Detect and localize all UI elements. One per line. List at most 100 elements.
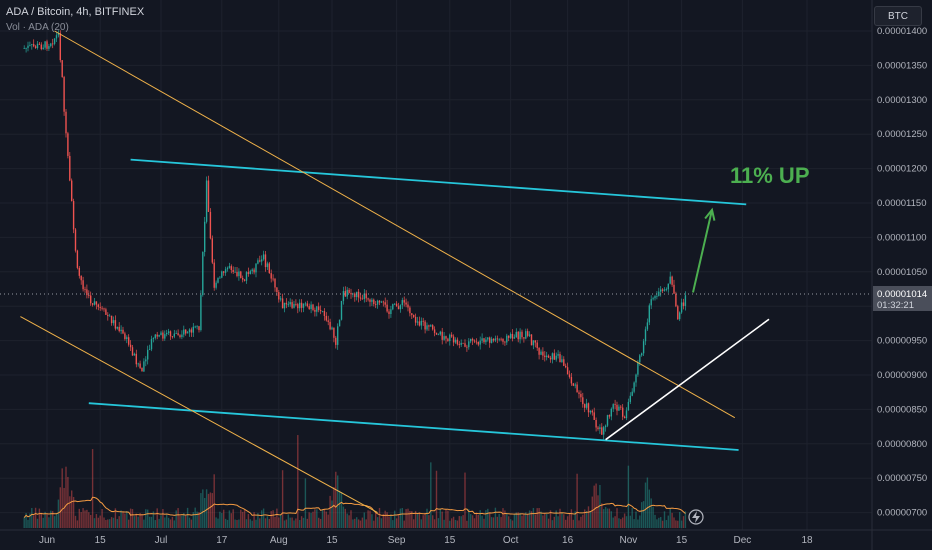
volume-bar bbox=[477, 515, 479, 528]
candle-body bbox=[67, 133, 69, 156]
volume-bar bbox=[367, 510, 369, 528]
volume-bar bbox=[321, 509, 324, 528]
time-tick-label: Dec bbox=[734, 535, 752, 546]
volume-bar bbox=[394, 510, 396, 528]
volume-bar bbox=[124, 513, 126, 528]
volume-bar bbox=[266, 516, 269, 528]
volume-bar bbox=[238, 519, 240, 528]
volume-bar bbox=[299, 520, 301, 528]
candle-body bbox=[213, 262, 215, 288]
volume-bar bbox=[293, 520, 295, 528]
volume-bar bbox=[452, 516, 455, 528]
volume-bar bbox=[413, 519, 415, 528]
volume-bar bbox=[97, 517, 99, 528]
candle-body bbox=[528, 334, 531, 336]
candle-body bbox=[61, 60, 63, 78]
candle-body bbox=[342, 291, 345, 301]
candle-body bbox=[207, 180, 210, 212]
candle-body bbox=[544, 355, 546, 358]
candle-body bbox=[266, 263, 269, 268]
candle-body bbox=[318, 306, 320, 310]
candle-body bbox=[357, 291, 360, 298]
candle-body bbox=[633, 382, 635, 392]
volume-bar bbox=[650, 498, 652, 528]
volume-bar bbox=[566, 516, 569, 528]
volume-bar bbox=[623, 513, 626, 528]
volume-bar bbox=[356, 517, 358, 528]
volume-bar bbox=[150, 516, 153, 528]
candle-body bbox=[407, 304, 409, 308]
volume-bar bbox=[91, 449, 94, 528]
volume-bar bbox=[185, 515, 187, 528]
candle-body bbox=[413, 315, 415, 317]
volume-bar bbox=[601, 503, 603, 528]
candle-body bbox=[399, 305, 402, 310]
volume-bar bbox=[642, 501, 645, 528]
candle-body bbox=[473, 340, 476, 342]
candle-body bbox=[494, 338, 497, 341]
volume-bar bbox=[498, 513, 500, 528]
volume-bar bbox=[563, 514, 565, 528]
candle-body bbox=[329, 321, 331, 330]
volume-bar bbox=[179, 515, 181, 528]
volume-bar bbox=[502, 508, 504, 528]
time-tick-label: 15 bbox=[326, 535, 338, 546]
chart-canvas[interactable]: 0.00001400 0.00001350 0.00001300 0.00001250… bbox=[0, 0, 932, 550]
candle-body bbox=[116, 326, 118, 329]
volume-bar bbox=[156, 508, 158, 528]
volume-bar bbox=[122, 511, 124, 528]
time-tick-label: Jul bbox=[155, 535, 168, 546]
volume-bar bbox=[481, 515, 483, 528]
candle-body bbox=[200, 295, 202, 331]
candle-body bbox=[133, 353, 136, 356]
volume-bar bbox=[46, 514, 48, 528]
price-tick-label: 0.00000950 bbox=[877, 336, 927, 347]
candle-body bbox=[251, 269, 253, 272]
candle-body bbox=[91, 303, 94, 305]
candle-body bbox=[270, 273, 272, 279]
candle-body bbox=[502, 338, 504, 342]
time-tick-label: Aug bbox=[270, 535, 288, 546]
candle-body bbox=[202, 251, 204, 296]
candle-body bbox=[192, 326, 194, 333]
candle-body bbox=[259, 260, 261, 262]
price-tick-label: 0.00001300 bbox=[877, 95, 927, 106]
volume-bar bbox=[230, 513, 232, 528]
candle-body bbox=[128, 337, 130, 345]
volume-bar bbox=[337, 475, 339, 528]
candle-body bbox=[536, 342, 538, 348]
candle-body bbox=[181, 334, 183, 338]
candle-body bbox=[397, 306, 400, 310]
candle-body bbox=[52, 43, 54, 45]
candle-body bbox=[454, 339, 457, 343]
volume-bar bbox=[31, 507, 33, 528]
volume-bar bbox=[249, 519, 251, 528]
volume-bar bbox=[631, 508, 633, 528]
volume-bar bbox=[386, 512, 388, 528]
candle-body bbox=[31, 44, 33, 45]
candle-body bbox=[122, 329, 124, 334]
volume-bar bbox=[557, 516, 559, 528]
candle-body bbox=[570, 376, 573, 384]
volume-bar bbox=[283, 520, 286, 528]
candle-body bbox=[557, 354, 559, 356]
currency-button[interactable]: BTC bbox=[874, 6, 922, 26]
volume-bar bbox=[126, 510, 128, 528]
candle-body bbox=[627, 401, 630, 411]
candle-body bbox=[240, 271, 242, 278]
volume-bar bbox=[55, 513, 58, 528]
time-tick-label: 17 bbox=[216, 535, 228, 546]
candle-body bbox=[451, 334, 453, 337]
volume-bar bbox=[308, 512, 310, 528]
candle-body bbox=[312, 304, 314, 310]
candle-body bbox=[120, 329, 122, 332]
volume-bar bbox=[333, 487, 335, 528]
volume-bar bbox=[352, 519, 354, 528]
candle-body bbox=[297, 304, 299, 309]
candle-body bbox=[97, 304, 99, 307]
volume-bar bbox=[663, 511, 666, 528]
volume-bar bbox=[251, 520, 253, 528]
volume-bar bbox=[475, 512, 478, 528]
candle-body bbox=[369, 299, 371, 302]
candle-body bbox=[414, 316, 417, 323]
